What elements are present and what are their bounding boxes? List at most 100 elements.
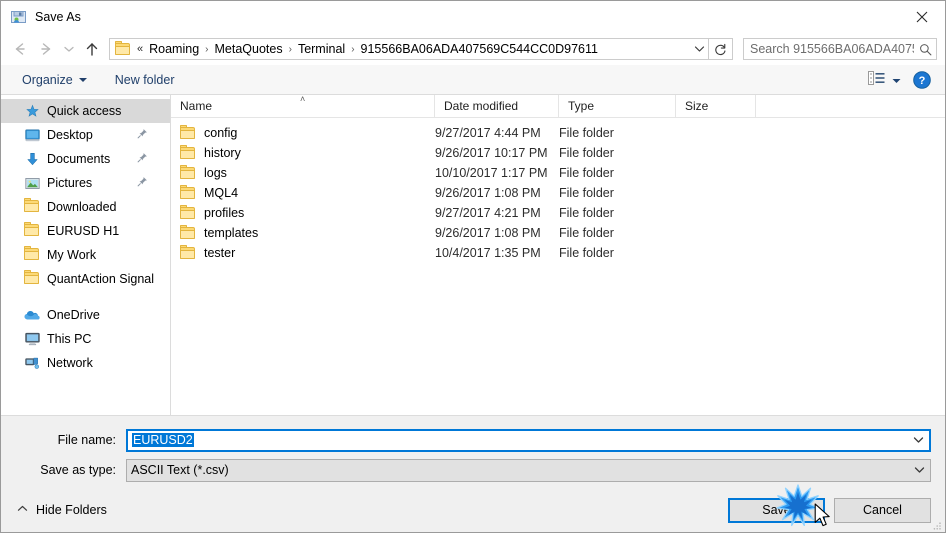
cell-date-modified: 9/27/2017 4:21 PM xyxy=(435,206,541,220)
folder-icon xyxy=(24,198,40,215)
table-row[interactable]: templates 9/26/2017 1:08 PM File folder xyxy=(171,223,945,243)
table-row[interactable]: config 9/27/2017 4:44 PM File folder xyxy=(171,123,945,143)
cell-type: File folder xyxy=(559,246,614,260)
cell-type: File folder xyxy=(559,226,614,240)
arrow-left-icon xyxy=(15,43,25,55)
breadcrumb-separator[interactable]: › xyxy=(348,44,357,55)
desktop-icon xyxy=(24,127,40,143)
cell-type: File folder xyxy=(559,126,614,140)
sidebar-item-desktop[interactable]: Desktop xyxy=(1,123,170,147)
network-icon xyxy=(24,355,40,371)
cell-date-modified: 9/26/2017 1:08 PM xyxy=(435,186,541,200)
file-name: config xyxy=(204,126,238,140)
sidebar-item-label: My Work xyxy=(47,248,97,262)
breadcrumb-separator[interactable]: › xyxy=(202,44,211,55)
chevron-up-icon xyxy=(17,505,28,515)
resize-grip-icon[interactable] xyxy=(932,520,942,530)
cell-date-modified: 9/26/2017 10:17 PM xyxy=(435,146,548,160)
arrow-up-icon xyxy=(86,42,98,56)
sidebar-item-label: QuantAction Signal xyxy=(47,272,155,286)
cancel-button[interactable]: Cancel xyxy=(834,497,931,523)
breadcrumb-item-terminal-id[interactable]: 915566BA06ADA407569C544CC0D97611 xyxy=(358,41,601,57)
file-name-dropdown-icon[interactable] xyxy=(907,431,929,450)
breadcrumb-item-metaquotes[interactable]: MetaQuotes xyxy=(212,41,286,57)
sidebar-item-eurusd-h1[interactable]: EURUSD H1 xyxy=(1,219,170,243)
cell-type: File folder xyxy=(559,146,614,160)
navigation-bar: « Roaming › MetaQuotes › Terminal › 9155… xyxy=(1,33,945,65)
this-pc-icon xyxy=(24,331,40,347)
file-rows: config 9/27/2017 4:44 PM File folder his… xyxy=(171,118,945,415)
file-name-selected-text: EURUSD2 xyxy=(132,433,194,447)
file-name-input[interactable]: EURUSD2 xyxy=(126,428,931,452)
sidebar-item-this-pc[interactable]: This PC xyxy=(1,327,170,351)
sidebar-item-quantaction-signal[interactable]: QuantAction Signal xyxy=(1,267,170,291)
hide-folders-button[interactable]: Hide Folders xyxy=(11,503,107,517)
sort-ascending-icon: ˄ xyxy=(300,94,306,104)
change-view-button[interactable] xyxy=(860,69,909,90)
cell-name: templates xyxy=(171,225,435,240)
dialog-content: Quick access Desktop Documents Pictures … xyxy=(1,95,945,416)
sidebar-item-quick-access[interactable]: Quick access xyxy=(1,99,170,123)
sidebar-item-network[interactable]: Network xyxy=(1,351,170,375)
cancel-button-label: Cancel xyxy=(863,503,902,517)
new-folder-button[interactable]: New folder xyxy=(108,70,182,90)
forward-button[interactable] xyxy=(33,37,59,61)
sidebar-item-my-work[interactable]: My Work xyxy=(1,243,170,267)
table-row[interactable]: tester 10/4/2017 1:35 PM File folder xyxy=(171,243,945,263)
organize-label: Organize xyxy=(22,72,73,87)
table-row[interactable]: logs 10/10/2017 1:17 PM File folder xyxy=(171,163,945,183)
sidebar-item-label: Desktop xyxy=(47,128,93,142)
breadcrumb-separator[interactable]: › xyxy=(286,44,295,55)
table-row[interactable]: profiles 9/27/2017 4:21 PM File folder xyxy=(171,203,945,223)
pin-icon[interactable] xyxy=(137,128,148,142)
sidebar-item-label: Pictures xyxy=(47,176,93,190)
refresh-button[interactable] xyxy=(709,38,733,60)
title-bar: Save As xyxy=(1,1,945,33)
sidebar-item-pictures[interactable]: Pictures xyxy=(1,171,170,195)
folder-icon xyxy=(180,225,196,240)
organize-button[interactable]: Organize xyxy=(15,70,94,90)
cell-type: File folder xyxy=(559,206,614,220)
table-row[interactable]: MQL4 9/26/2017 1:08 PM File folder xyxy=(171,183,945,203)
file-list: ˄ Name Date modified Type Size config 9/… xyxy=(171,95,945,415)
navigation-pane: Quick access Desktop Documents Pictures … xyxy=(1,95,171,415)
search-input[interactable]: Search 915566BA06ADA40756... xyxy=(743,38,937,60)
back-button[interactable] xyxy=(7,37,33,61)
search-icon[interactable] xyxy=(914,43,936,56)
help-icon[interactable]: ? xyxy=(913,70,931,89)
sidebar-item-onedrive[interactable]: OneDrive xyxy=(1,303,170,327)
sidebar-item-label: Documents xyxy=(47,152,111,166)
breadcrumb-item-terminal[interactable]: Terminal xyxy=(295,41,348,57)
cell-name: tester xyxy=(171,245,435,260)
up-button[interactable] xyxy=(79,37,105,61)
close-icon[interactable] xyxy=(899,1,945,33)
save-button[interactable]: Save xyxy=(728,497,825,523)
address-bar[interactable]: « Roaming › MetaQuotes › Terminal › 9155… xyxy=(109,38,709,60)
table-row[interactable]: history 9/26/2017 10:17 PM File folder xyxy=(171,143,945,163)
save-as-type-select[interactable]: ASCII Text (*.csv) xyxy=(126,458,931,482)
folder-icon xyxy=(180,185,196,200)
address-dropdown-icon[interactable] xyxy=(690,39,708,59)
save-as-dialog: Save As « Roaming › MetaQuotes › Termina… xyxy=(0,0,946,533)
column-header-size[interactable]: Size xyxy=(676,95,756,117)
sidebar-item-downloaded[interactable]: Downloaded xyxy=(1,195,170,219)
column-header-label: Name xyxy=(180,99,213,113)
cell-date-modified: 10/4/2017 1:35 PM xyxy=(435,246,541,260)
new-folder-label: New folder xyxy=(114,72,175,87)
folder-icon xyxy=(24,222,40,239)
recent-locations-button[interactable] xyxy=(59,37,79,61)
column-header-type[interactable]: Type xyxy=(559,95,676,117)
breadcrumb-overflow[interactable]: « xyxy=(134,43,146,55)
save-button-label: Save xyxy=(762,503,791,517)
pin-icon[interactable] xyxy=(137,152,148,166)
save-as-type-dropdown-icon[interactable] xyxy=(908,460,930,481)
sidebar-item-label: Downloaded xyxy=(47,200,117,214)
pictures-icon xyxy=(24,175,40,191)
cell-name: profiles xyxy=(171,205,435,220)
pin-icon[interactable] xyxy=(137,176,148,190)
column-header-date-modified[interactable]: Date modified xyxy=(435,95,559,117)
column-headers: ˄ Name Date modified Type Size xyxy=(171,95,945,118)
breadcrumb-item-roaming[interactable]: Roaming xyxy=(146,41,202,57)
sidebar-item-documents[interactable]: Documents xyxy=(1,147,170,171)
